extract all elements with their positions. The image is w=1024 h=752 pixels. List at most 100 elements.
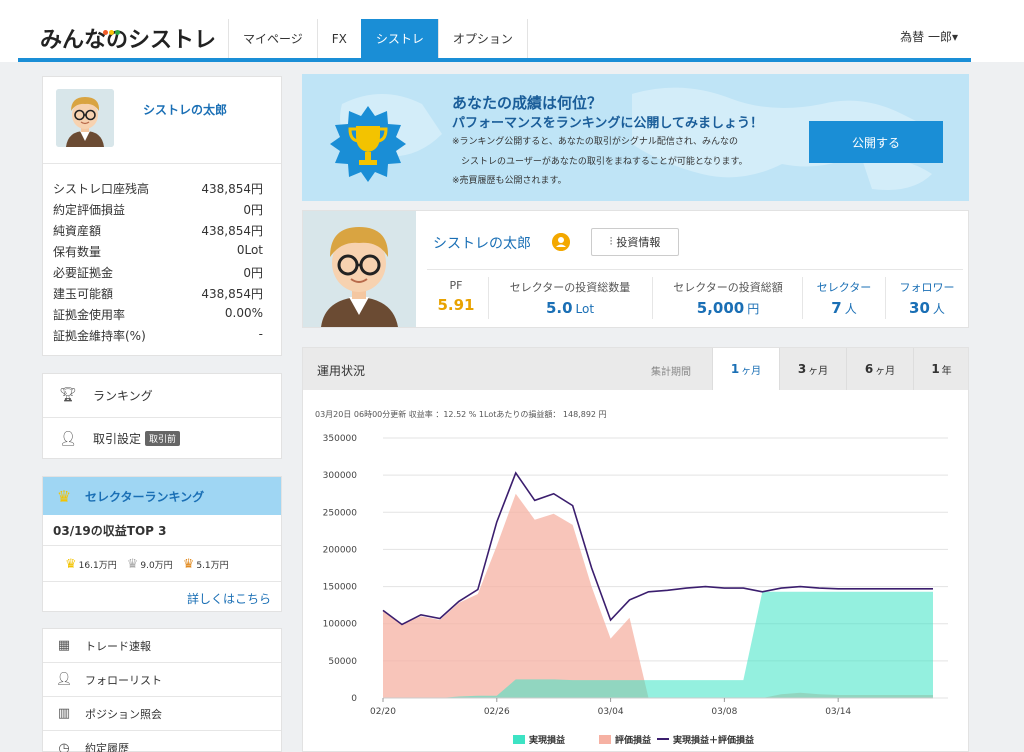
profile-name[interactable]: シストレの太郎: [143, 101, 227, 118]
stat-row: 純資産額 438,854円: [53, 224, 263, 238]
performance-panel: 運用状況 集計期間 1 ヶ月 3 ヶ月 6 ヶ月 1年 03月20日 06時00分更新…: [302, 347, 969, 752]
trophy-icon: 🏆︎: [59, 387, 77, 403]
y-tick-label: 100000: [323, 620, 358, 630]
stat-row: 証拠金維持率(%) -: [53, 327, 263, 343]
publish-button[interactable]: 公開する: [809, 121, 943, 163]
y-tick-label: 300000: [323, 471, 358, 481]
sidebar-item-trade-settings[interactable]: 👤︎ 取引設定 取引前: [43, 417, 281, 459]
sidebar-item-positions[interactable]: ▥ ポジション照会: [43, 697, 281, 731]
divider: [488, 277, 489, 319]
x-tick-label: 02/26: [484, 707, 510, 717]
ranking-banner: あなたの成績は何位？ パフォーマンスをランキングに公開してみましょう！ ※ランキ…: [302, 74, 969, 201]
header-accent-bar: [18, 58, 971, 62]
performance-chart: 0 50000 100000 150000 200000 250000 300000 3500…: [323, 434, 948, 746]
divider: [43, 545, 281, 546]
tab-option[interactable]: オプション: [437, 19, 528, 58]
logo-dots-icon: [103, 16, 121, 41]
ranking-more-link[interactable]: 詳しくはこちら: [187, 590, 271, 607]
x-tick-label: 03/14: [825, 707, 851, 717]
x-tick-label: 03/04: [598, 707, 624, 717]
panel-title: 運用状況: [317, 364, 366, 378]
avatar: [56, 89, 114, 147]
rank-1: ♛ 16.1万円: [65, 557, 117, 572]
metric-followers[interactable]: フォロワー 30 人: [891, 279, 963, 317]
silver-crown-icon: ♛: [126, 557, 139, 572]
avatar: [303, 211, 416, 327]
divider: [802, 277, 803, 319]
rank-2: ♛ 9.0万円: [126, 557, 173, 572]
divider: [652, 277, 653, 319]
sidebar-item-ranking[interactable]: 🏆︎ ランキング: [43, 374, 281, 416]
metric-selectors[interactable]: セレクター 7人: [808, 279, 880, 317]
banner-note: シストレのユーザーがあなたの取引をまねすることが可能となります。: [452, 157, 748, 167]
clock-icon: ◷: [58, 740, 70, 752]
sidebar-item-follow-list[interactable]: 👤︎ フォローリスト: [43, 663, 281, 697]
y-tick-label: 200000: [323, 545, 358, 555]
user-menu[interactable]: 為替 一郎▾: [900, 28, 958, 45]
y-tick-label: 0: [351, 694, 357, 704]
selector-ranking-card: ♛ セレクターランキング 03/19の収益TOP 3 ♛ 16.1万円 ♛ 9.0万…: [42, 476, 282, 612]
legend-label: 実現損益＋評価損益: [673, 734, 754, 746]
tab-mypage[interactable]: マイページ: [228, 19, 317, 58]
y-tick-label: 50000: [328, 657, 357, 667]
divider: [43, 581, 281, 582]
legend-swatch: [513, 735, 525, 744]
x-tick-label: 02/20: [370, 707, 396, 717]
user-icon: 👤︎: [55, 672, 73, 687]
divider: [885, 277, 886, 319]
calculator-icon: ▦: [57, 638, 71, 653]
banner-title: あなたの成績は何位？: [452, 94, 603, 112]
tab-3-months[interactable]: 3 ヶ月: [779, 348, 846, 390]
main-nav: マイページ FX シストレ オプション: [228, 19, 528, 58]
y-tick-label: 250000: [323, 508, 358, 518]
legend-swatch: [599, 735, 611, 744]
tab-1-year[interactable]: 1年: [913, 348, 969, 390]
metric-total-lots: セレクターの投資総数量 5.0 Lot: [509, 281, 631, 317]
chart-update-note: 03月20日 06時00分更新 収益率 ：12.52 % 1Lotあたりの損益額…: [315, 410, 607, 419]
gold-crown-icon: ♛: [65, 557, 77, 572]
status-badge: 取引前: [145, 431, 181, 446]
book-icon: ▥: [57, 706, 71, 721]
y-tick-label: 150000: [323, 583, 358, 593]
trophy-icon: [330, 106, 406, 182]
banner-note: ※ランキング公開すると、あなたの取引がシグナル配信され、みんなの: [452, 137, 739, 147]
crown-icon: ♛: [56, 486, 72, 506]
divider: [43, 163, 281, 164]
tab-6-months[interactable]: 6 ヶ月: [846, 348, 913, 390]
sliders-icon: ⫶: [609, 235, 613, 248]
tab-fx[interactable]: FX: [316, 19, 361, 58]
rank-3: ♛ 5.1万円: [182, 557, 229, 572]
ranking-header: ♛ セレクターランキング: [43, 477, 281, 515]
metric-total-amount: セレクターの投資総額 5,000 円: [673, 281, 783, 317]
stat-row: 証拠金使用率 0.00%: [53, 306, 263, 322]
stat-row: 保有数量 0Lot: [53, 243, 263, 259]
divider: [427, 269, 963, 270]
legend-label: 実現損益: [529, 734, 565, 746]
y-tick-label: 350000: [323, 434, 358, 444]
x-tick-label: 03/08: [711, 707, 737, 717]
profile-card: シストレの太郎 シストレ口座残高 438,854円 約定評価損益 0円 純資産額 43…: [42, 76, 282, 356]
metric-pf: PF 5.91: [437, 279, 475, 314]
panel-header: 運用状況 集計期間 1 ヶ月 3 ヶ月 6 ヶ月 1年: [303, 348, 968, 390]
sidebar-item-trade-news[interactable]: ▦ トレード速報: [43, 629, 281, 663]
stat-row: 建玉可能額 438,854円: [53, 287, 263, 301]
logo[interactable]: みんなのシストレ: [40, 22, 216, 54]
tab-systre[interactable]: シストレ: [360, 19, 438, 58]
user-icon: 👤︎: [59, 430, 77, 447]
legend-label: 評価損益: [615, 734, 651, 746]
ranking-title: 03/19の収益TOP 3: [53, 524, 167, 538]
stat-row: 約定評価損益 0円: [53, 203, 263, 217]
side-menu-2: ▦ トレード速報 👤︎ フォローリスト ▥ ポジション照会 ◷ 約定履歴: [42, 628, 282, 752]
ranking-values: ♛ 16.1万円 ♛ 9.0万円 ♛ 5.1万円: [65, 557, 229, 572]
tab-1-month[interactable]: 1 ヶ月: [712, 348, 779, 390]
period-label: 集計期間: [651, 367, 691, 378]
sidebar-item-history[interactable]: ◷ 約定履歴: [43, 731, 281, 752]
trader-card: シストレの太郎 ⫶ 投資情報 PF 5.91 セレクターの投資総数量 5.0 Lo…: [302, 210, 969, 328]
user-badge-icon: [552, 233, 570, 251]
trader-name[interactable]: シストレの太郎: [433, 233, 531, 253]
stat-row: シストレ口座残高 438,854円: [53, 182, 263, 196]
header: みんなのシストレ マイページ FX シストレ オプション 為替 一郎▾: [0, 0, 1024, 62]
investment-info-button[interactable]: ⫶ 投資情報: [591, 228, 679, 256]
bronze-crown-icon: ♛: [182, 557, 195, 572]
banner-note: ※売買履歴も公開されます。: [452, 176, 567, 186]
